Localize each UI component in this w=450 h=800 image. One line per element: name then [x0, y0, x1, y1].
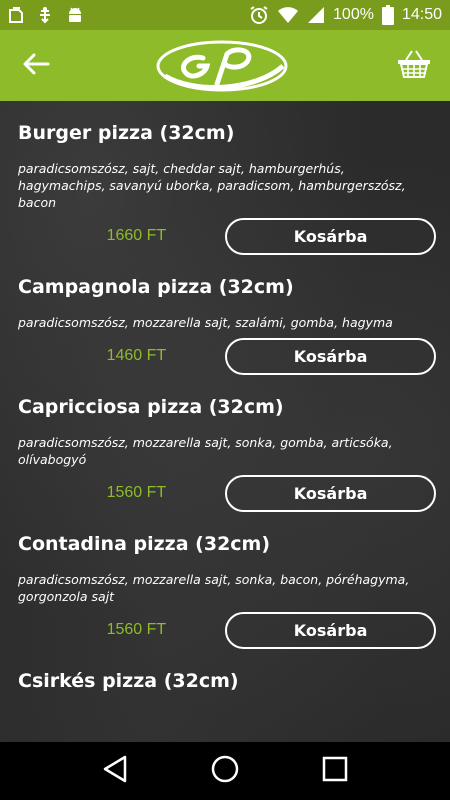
menu-item: Contadina pizza (32cm) paradicsomszósz, …: [0, 512, 450, 649]
add-to-cart-button[interactable]: Kosárba: [225, 217, 436, 255]
app-header: [0, 30, 450, 101]
home-circle-icon: [211, 755, 239, 787]
add-to-cart-button[interactable]: Kosárba: [225, 337, 436, 375]
back-arrow-icon: [22, 53, 50, 79]
item-description: paradicsomszósz, mozzarella sajt, sonka,…: [18, 435, 393, 467]
back-triangle-icon: [102, 755, 128, 787]
item-description: paradicsomszósz, sajt, cheddar sajt, ham…: [18, 161, 406, 210]
item-description: paradicsomszósz, mozzarella sajt, szalám…: [18, 315, 393, 330]
basket-icon: [397, 49, 431, 83]
android-icon: [66, 6, 84, 24]
item-title: Capricciosa pizza (32cm): [18, 396, 284, 418]
cart-button[interactable]: [392, 44, 436, 88]
status-time: 14:50: [401, 6, 442, 23]
menu-item: Capricciosa pizza (32cm) paradicsomszósz…: [0, 375, 450, 512]
nav-back-button[interactable]: [91, 747, 139, 795]
signal-icon: [307, 6, 325, 24]
nav-recents-button[interactable]: [311, 747, 359, 795]
item-title: Csirkés pizza (32cm): [18, 670, 239, 692]
add-to-cart-button[interactable]: Kosárba: [225, 474, 436, 512]
gp-logo: [155, 36, 290, 96]
item-price: 1660 FT: [106, 227, 167, 244]
item-title: Burger pizza (32cm): [18, 122, 235, 144]
item-price-row: 1560 FT Kosárba: [18, 474, 436, 512]
item-price-row: 1560 FT Kosárba: [18, 611, 436, 649]
item-title: Contadina pizza (32cm): [18, 533, 271, 555]
nav-home-button[interactable]: [201, 747, 249, 795]
system-nav-bar: [0, 742, 450, 800]
alarm-icon: [249, 5, 269, 25]
item-description: paradicsomszósz, mozzarella sajt, sonka,…: [18, 572, 410, 604]
item-price-row: 1460 FT Kosárba: [18, 337, 436, 375]
menu-list[interactable]: Burger pizza (32cm) paradicsomszósz, saj…: [0, 101, 450, 742]
menu-item: Campagnola pizza (32cm) paradicsomszósz,…: [0, 255, 450, 375]
menu-item: Burger pizza (32cm) paradicsomszósz, saj…: [0, 101, 450, 255]
back-button[interactable]: [14, 44, 58, 88]
item-title: Campagnola pizza (32cm): [18, 276, 294, 298]
item-price: 1560 FT: [106, 621, 167, 638]
item-price: 1560 FT: [106, 484, 167, 501]
add-to-cart-button[interactable]: Kosárba: [225, 611, 436, 649]
menu-item: Csirkés pizza (32cm): [0, 649, 450, 693]
recents-square-icon: [322, 756, 348, 786]
item-price: 1460 FT: [106, 347, 167, 364]
wifi-icon: [277, 6, 299, 24]
android-debug-icon: [36, 6, 54, 24]
status-bar: 100% 14:50: [0, 0, 450, 30]
battery-icon: [381, 5, 394, 25]
battery-percent: 100%: [333, 6, 374, 23]
item-price-row: 1660 FT Kosárba: [18, 217, 436, 255]
notification-icon: [8, 6, 24, 24]
